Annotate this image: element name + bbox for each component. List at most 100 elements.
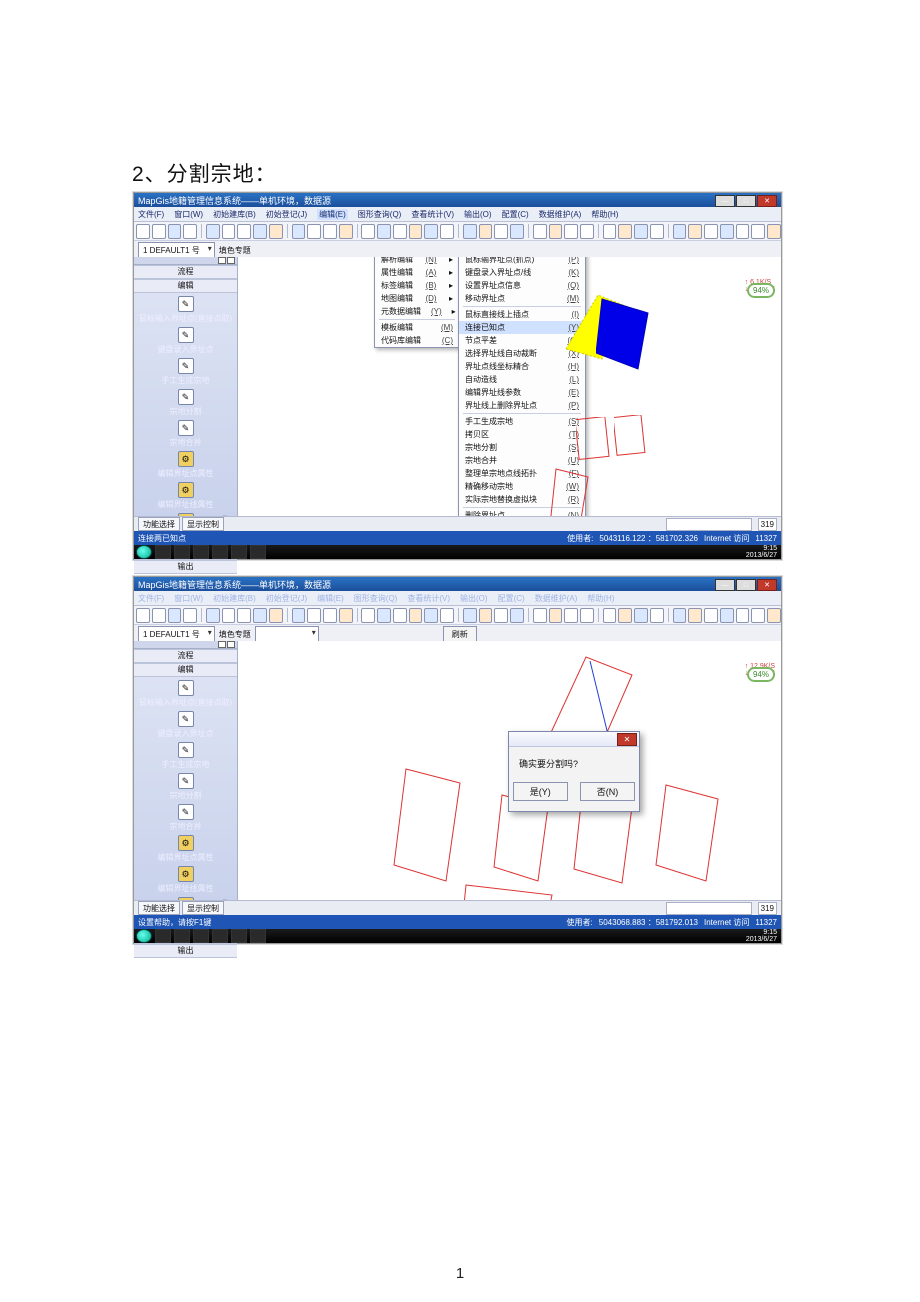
toolbar-icon[interactable] [580, 608, 594, 623]
toolbar-icon[interactable] [603, 608, 617, 623]
left-panel-item[interactable]: ✎宗地合并 [138, 419, 233, 449]
taskbar-icon[interactable] [212, 545, 228, 559]
toolbar-icon[interactable] [510, 608, 524, 623]
toolbar-icon[interactable] [463, 608, 477, 623]
left-panel-item[interactable]: ✎宗地合并 [138, 803, 233, 833]
toolbar-icon[interactable] [440, 608, 454, 623]
toolbar-icon[interactable] [533, 608, 547, 623]
menu-item[interactable]: 输出(O) [460, 593, 488, 604]
taskbar-icon[interactable] [231, 929, 247, 943]
toolbar-icon[interactable] [377, 224, 391, 239]
left-panel-item[interactable]: ⚙编辑界址线属性 [138, 865, 233, 895]
menu-item[interactable]: 拷贝区(T) [459, 428, 585, 441]
toolbar-icon[interactable] [339, 608, 353, 623]
toolbar-icon[interactable] [168, 608, 182, 623]
toolbar-icon[interactable] [206, 224, 220, 239]
taskbar-icon[interactable] [174, 545, 190, 559]
toolbar-icon[interactable] [168, 224, 182, 239]
toolbar-icon[interactable] [136, 608, 150, 623]
menu-item[interactable]: 配置(C) [498, 593, 525, 604]
status-tab[interactable]: 显示控制 [182, 517, 224, 531]
toolbar-icon[interactable] [673, 224, 687, 239]
toolbar-icon[interactable] [704, 608, 718, 623]
toolbar-icon[interactable] [751, 608, 765, 623]
toolbar-icon[interactable] [673, 608, 687, 623]
toolbar-icon[interactable] [688, 224, 702, 239]
toolbar-icon[interactable] [307, 224, 321, 239]
secondary-combo[interactable] [255, 626, 319, 642]
toolbar-icon[interactable] [533, 224, 547, 239]
menu-item[interactable]: 图形查询(Q) [354, 593, 398, 604]
toolbar-icon[interactable] [440, 224, 454, 239]
toolbar-icon[interactable] [564, 608, 578, 623]
menu-item[interactable]: 数据维护(A) [535, 593, 578, 604]
left-panel-item[interactable]: ⚙编辑界址点属性 [138, 834, 233, 864]
toolbar-icon[interactable] [650, 224, 664, 239]
dialog-close-button[interactable]: ✕ [617, 733, 637, 746]
toolbar-icon[interactable] [323, 608, 337, 623]
left-panel-item[interactable]: ✎手工生成宗地 [138, 357, 233, 387]
toolbar-icon[interactable] [253, 608, 267, 623]
taskbar-icon[interactable] [250, 929, 266, 943]
toolbar-icon[interactable] [393, 608, 407, 623]
left-panel-item[interactable]: ✎键盘录入界址点 [138, 326, 233, 356]
dialog-no-button[interactable]: 否(N) [580, 782, 636, 801]
menu-item[interactable]: 元数据编辑(Y)▸ [375, 305, 459, 318]
status-tab[interactable]: 显示控制 [182, 901, 224, 915]
left-panel-item[interactable]: ✎宗地分割 [138, 388, 233, 418]
toolbar-icon[interactable] [136, 224, 150, 239]
toolbar-icon[interactable] [183, 224, 197, 239]
menu-item[interactable]: 初始登记(J) [266, 209, 307, 220]
toolbar-icon[interactable] [237, 224, 251, 239]
toolbar-icon[interactable] [206, 608, 220, 623]
dialog-yes-button[interactable]: 是(Y) [513, 782, 568, 801]
toolbar-icon[interactable] [618, 224, 632, 239]
taskbar-icon[interactable] [193, 929, 209, 943]
status-tab[interactable]: 功能选择 [138, 517, 180, 531]
menu-item[interactable]: 模板编辑(M) [375, 321, 459, 334]
taskbar-icon[interactable] [155, 929, 171, 943]
toolbar-icon[interactable] [409, 224, 423, 239]
toolbar-icon[interactable] [580, 224, 594, 239]
menu-item[interactable]: 初始建库(B) [213, 209, 256, 220]
toolbar-icon[interactable] [688, 608, 702, 623]
toolbar-icon[interactable] [361, 224, 375, 239]
toolbar-icon[interactable] [720, 608, 734, 623]
toolbar-icon[interactable] [361, 608, 375, 623]
menu-item[interactable]: 查看统计(V) [411, 209, 454, 220]
taskbar-icon[interactable] [174, 929, 190, 943]
refresh-button[interactable]: 刷新 [443, 626, 477, 642]
toolbar-icon[interactable] [479, 224, 493, 239]
menu-item[interactable]: 配置(C) [502, 209, 529, 220]
start-button[interactable] [136, 929, 152, 943]
toolbar-icon[interactable] [152, 224, 166, 239]
close-button[interactable]: ✕ [757, 579, 777, 591]
dock-handle[interactable] [134, 257, 237, 265]
menu-item[interactable]: 查看统计(V) [407, 593, 450, 604]
collapse-row[interactable]: 流程 [134, 649, 237, 663]
taskbar[interactable]: 9:152013/6/27 [134, 929, 781, 943]
taskbar[interactable]: 9:152013/6/27 [134, 545, 781, 559]
toolbar-icon[interactable] [634, 608, 648, 623]
left-panel-item[interactable]: ⚙编辑界址线属性 [138, 481, 233, 511]
map-canvas[interactable]: ↑ 12.9K/S↓ 17.7K/S 94% ✕ 确实要分割吗? 是(Y) 否(… [238, 641, 781, 901]
toolbar-icon[interactable] [767, 608, 781, 623]
toolbar-icon[interactable] [393, 224, 407, 239]
menu-item[interactable]: 解析编辑(N)▸ [375, 257, 459, 266]
status-tab[interactable]: 功能选择 [138, 901, 180, 915]
menu-item[interactable]: 编辑(E) [317, 593, 344, 604]
menu-item[interactable]: 键盘录入界址点/线(K) [459, 266, 585, 279]
menu-item[interactable]: 标签编辑(B)▸ [375, 279, 459, 292]
taskbar-icon[interactable] [231, 545, 247, 559]
toolbar-icon[interactable] [307, 608, 321, 623]
menubar[interactable]: 文件(F) 窗口(W) 初始建库(B) 初始登记(J) 编辑(E) 图形查询(Q… [134, 591, 781, 606]
menu-item[interactable]: 窗口(W) [174, 209, 203, 220]
toolbar-icon[interactable] [237, 608, 251, 623]
toolbar-icon[interactable] [736, 224, 750, 239]
left-panel-item[interactable]: ✎键盘录入界址点 [138, 710, 233, 740]
toolbar-icon[interactable] [564, 224, 578, 239]
toolbar-icon[interactable] [269, 608, 283, 623]
collapse-row[interactable]: 编辑 [134, 663, 237, 677]
edit-submenu[interactable]: 常用编辑(E)▸解析编辑(N)▸属性编辑(A)▸标签编辑(B)▸地图编辑(D)▸… [374, 257, 460, 348]
start-button[interactable] [136, 545, 152, 559]
